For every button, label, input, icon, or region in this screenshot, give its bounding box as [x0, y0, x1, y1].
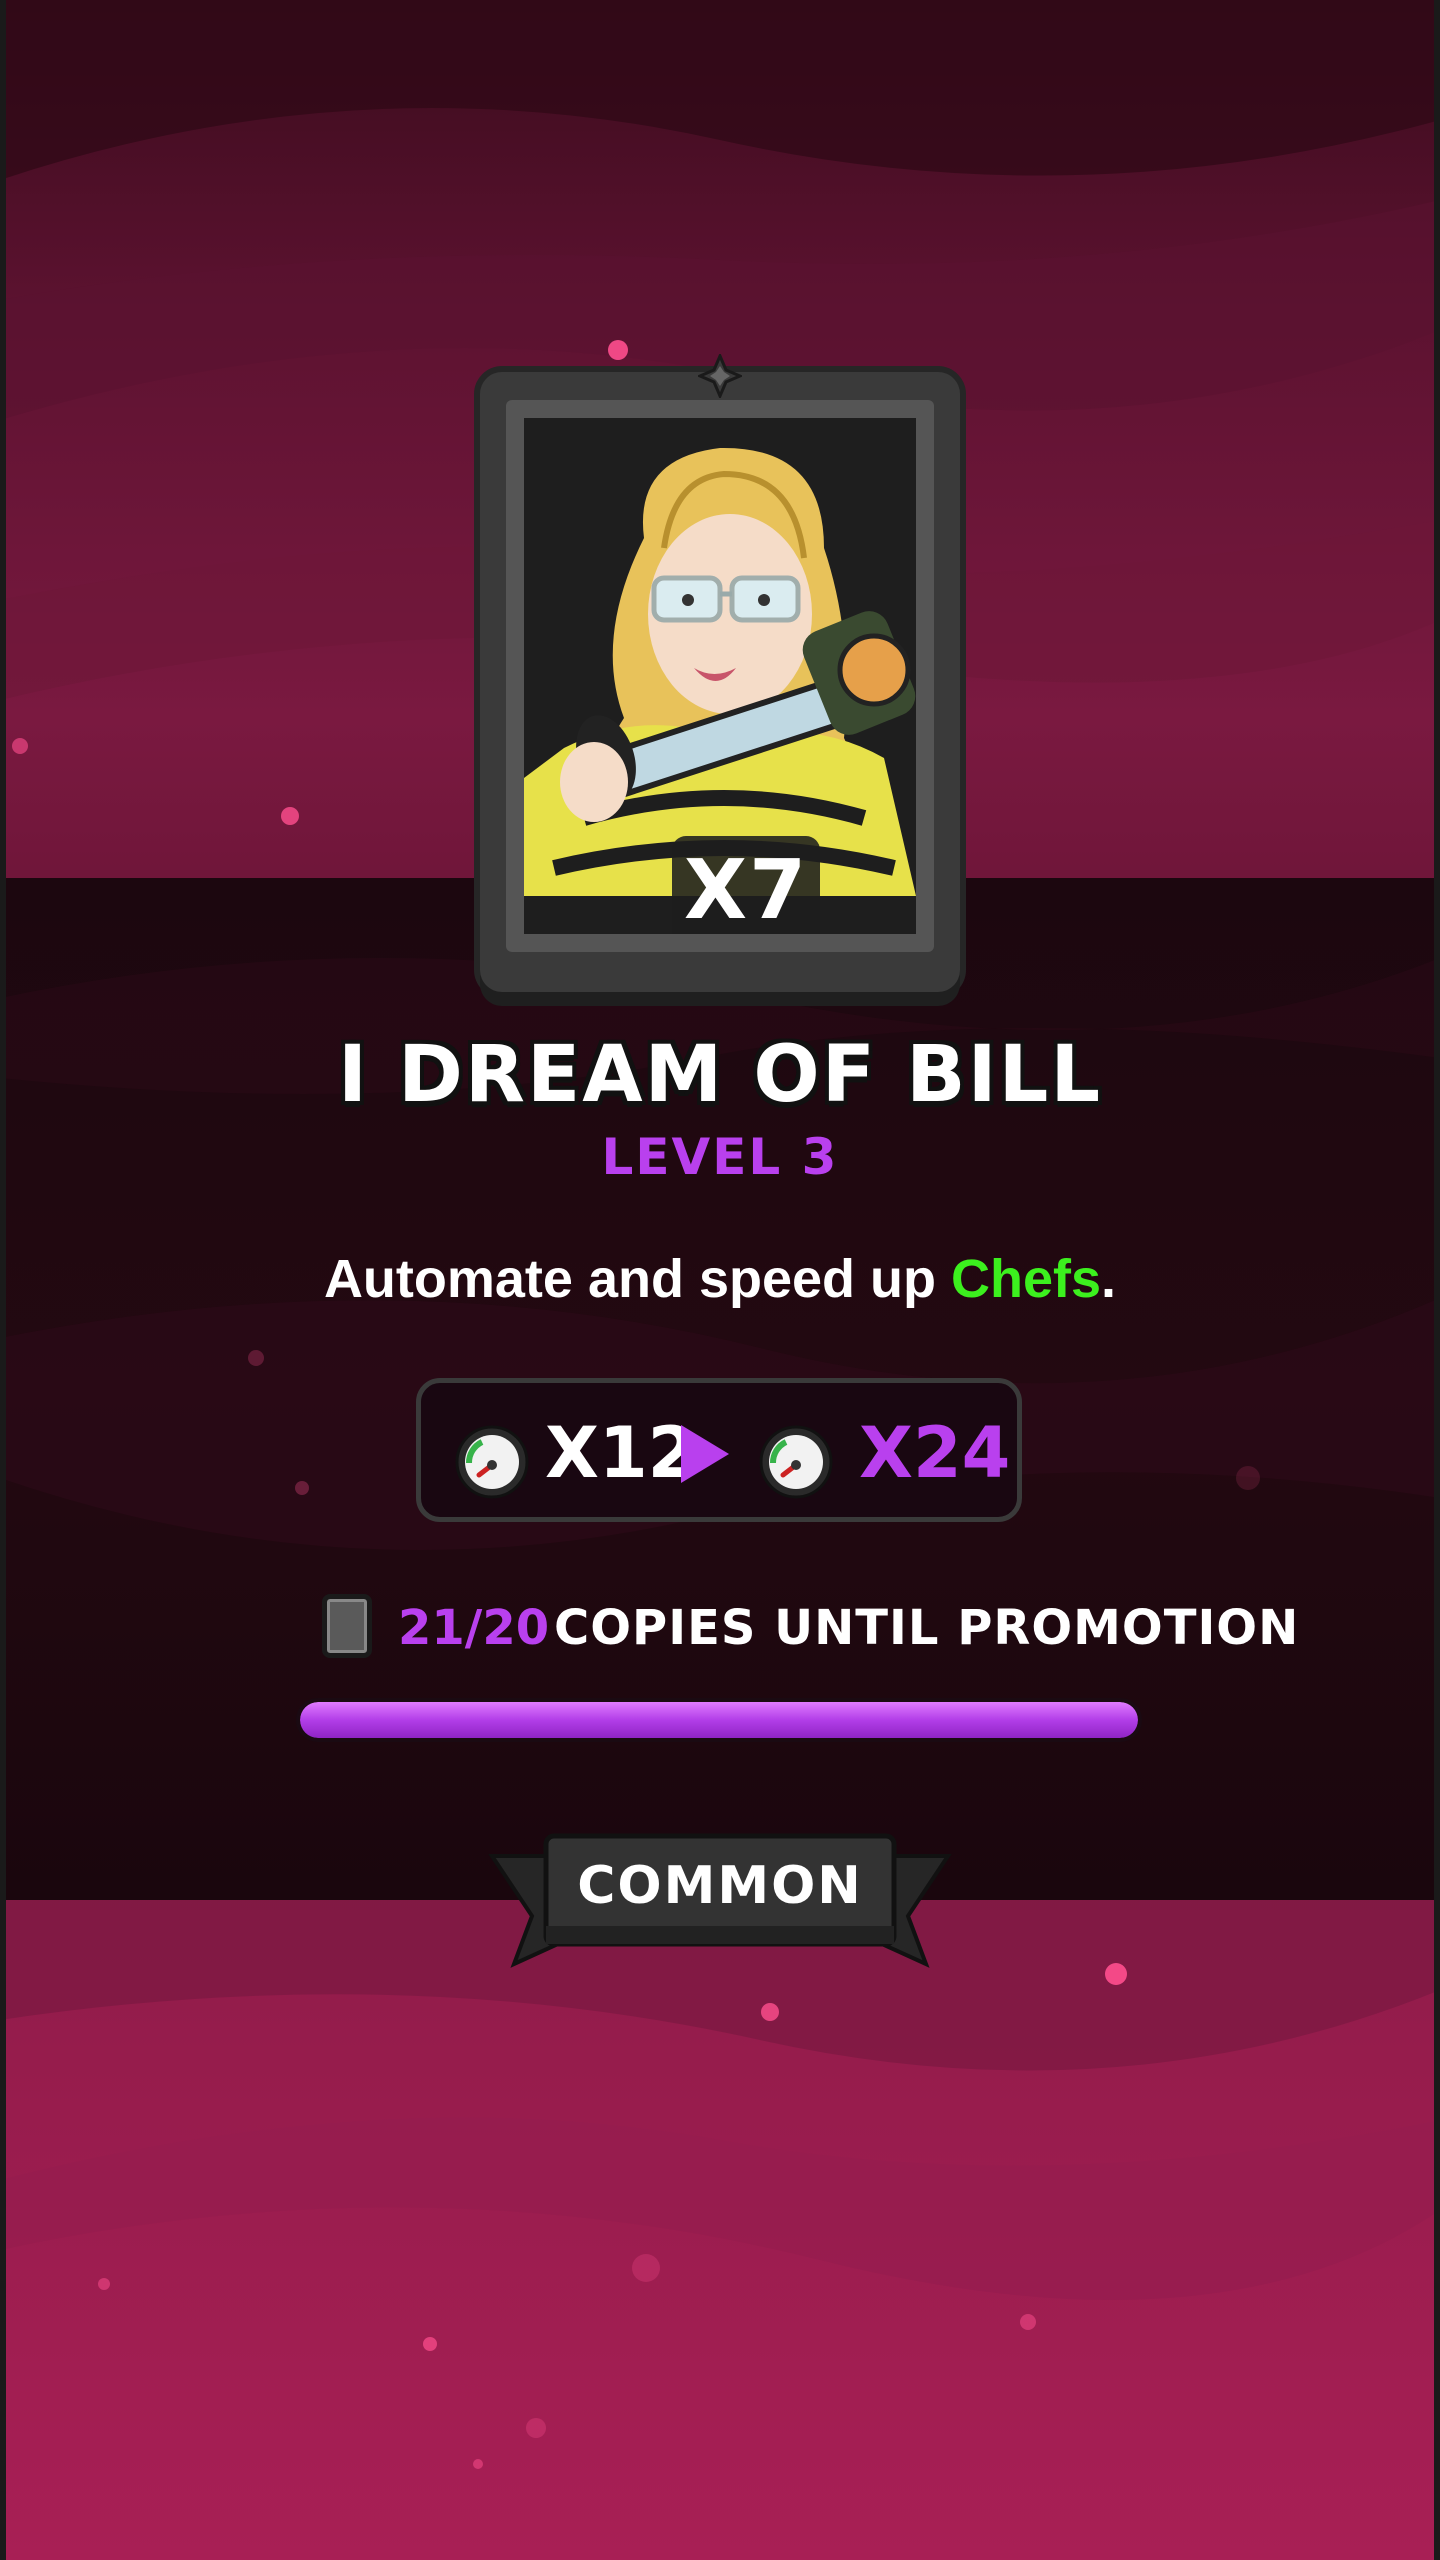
hero-card[interactable]: X7 — [480, 354, 960, 992]
description-prefix: Automate and speed up — [323, 1249, 952, 1309]
character-portrait-icon — [524, 418, 916, 896]
copies-count: 21/20 — [398, 1600, 550, 1656]
stat-next-value: X24 — [859, 1412, 1011, 1494]
card-description: Automate and speed up Chefs. — [0, 1248, 1440, 1310]
promotion-progress-fill — [300, 1702, 1138, 1738]
speedometer-icon — [759, 1425, 833, 1499]
card-frame: X7 — [506, 400, 934, 952]
rarity-ribbon: COMMON — [488, 1826, 952, 1972]
card-copies-icon — [322, 1594, 372, 1658]
card-portrait: X7 — [524, 418, 916, 934]
card-title: I DREAM OF BILL — [337, 1030, 1103, 1120]
card-gem-icon — [698, 354, 742, 398]
copies-label: COPIES UNTIL PROMOTION — [554, 1600, 1300, 1656]
description-highlight: Chefs — [951, 1249, 1102, 1309]
stat-current-value: X12 — [545, 1412, 697, 1494]
stat-upgrade-panel: X12 X24 — [416, 1378, 1022, 1522]
speedometer-icon — [455, 1425, 529, 1499]
copies-owned-badge: X7 — [672, 836, 820, 934]
arrow-right-icon — [681, 1425, 729, 1483]
promotion-progress-bar — [296, 1698, 1142, 1742]
card-level: LEVEL 3 — [601, 1128, 839, 1186]
promotion-row: 21/20 COPIES UNTIL PROMOTION — [0, 1594, 1440, 1664]
description-suffix: . — [1101, 1249, 1117, 1309]
rarity-label: COMMON — [577, 1856, 863, 1916]
